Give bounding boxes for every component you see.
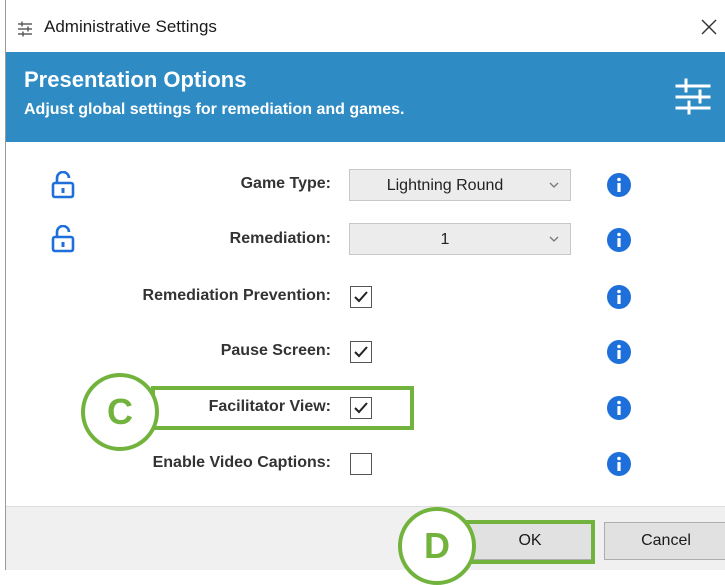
annotation-highlight-d	[465, 520, 595, 564]
chevron-down-icon	[549, 182, 559, 188]
header-subtitle: Adjust global settings for remediation a…	[24, 101, 405, 118]
remediation-value: 1	[440, 231, 450, 248]
remediation-prevention-label: Remediation Prevention:	[142, 287, 331, 304]
pause-screen-checkbox[interactable]	[350, 341, 372, 363]
annotation-marker-d: D	[398, 507, 476, 585]
sliders-icon	[18, 21, 32, 37]
checkmark-icon	[354, 291, 368, 303]
enable-video-captions-label: Enable Video Captions:	[152, 454, 331, 471]
close-icon	[701, 19, 717, 35]
info-icon[interactable]	[607, 285, 631, 309]
dialog-footer: OK Cancel D	[6, 506, 725, 585]
cancel-button[interactable]: Cancel	[604, 522, 725, 560]
close-button[interactable]	[692, 10, 725, 44]
title-bar: Administrative Settings	[6, 0, 725, 52]
pause-screen-label: Pause Screen:	[220, 342, 331, 359]
facilitator-view-label: Facilitator View:	[208, 398, 331, 415]
game-type-select[interactable]: Lightning Round	[349, 169, 571, 201]
remediation-label: Remediation:	[229, 230, 331, 247]
chevron-down-icon	[549, 236, 559, 242]
info-icon[interactable]	[607, 228, 631, 252]
checkmark-icon	[354, 346, 368, 358]
game-type-value: Lightning Round	[386, 177, 504, 194]
remediation-select[interactable]: 1	[349, 223, 571, 255]
enable-video-captions-checkbox[interactable]	[350, 453, 372, 475]
header-title: Presentation Options	[24, 67, 247, 92]
info-icon[interactable]	[607, 396, 631, 420]
administrative-settings-window: Administrative Settings Presentation Opt…	[5, 0, 725, 585]
game-type-label: Game Type:	[240, 175, 331, 192]
checkmark-icon	[354, 402, 368, 414]
info-icon[interactable]	[607, 173, 631, 197]
remediation-prevention-checkbox[interactable]	[350, 286, 372, 308]
info-icon[interactable]	[607, 452, 631, 476]
window-title: Administrative Settings	[44, 17, 217, 36]
facilitator-view-checkbox[interactable]	[350, 397, 372, 419]
info-icon[interactable]	[607, 340, 631, 364]
sliders-icon	[675, 78, 711, 115]
presentation-options-header: Presentation Options Adjust global setti…	[6, 52, 725, 142]
